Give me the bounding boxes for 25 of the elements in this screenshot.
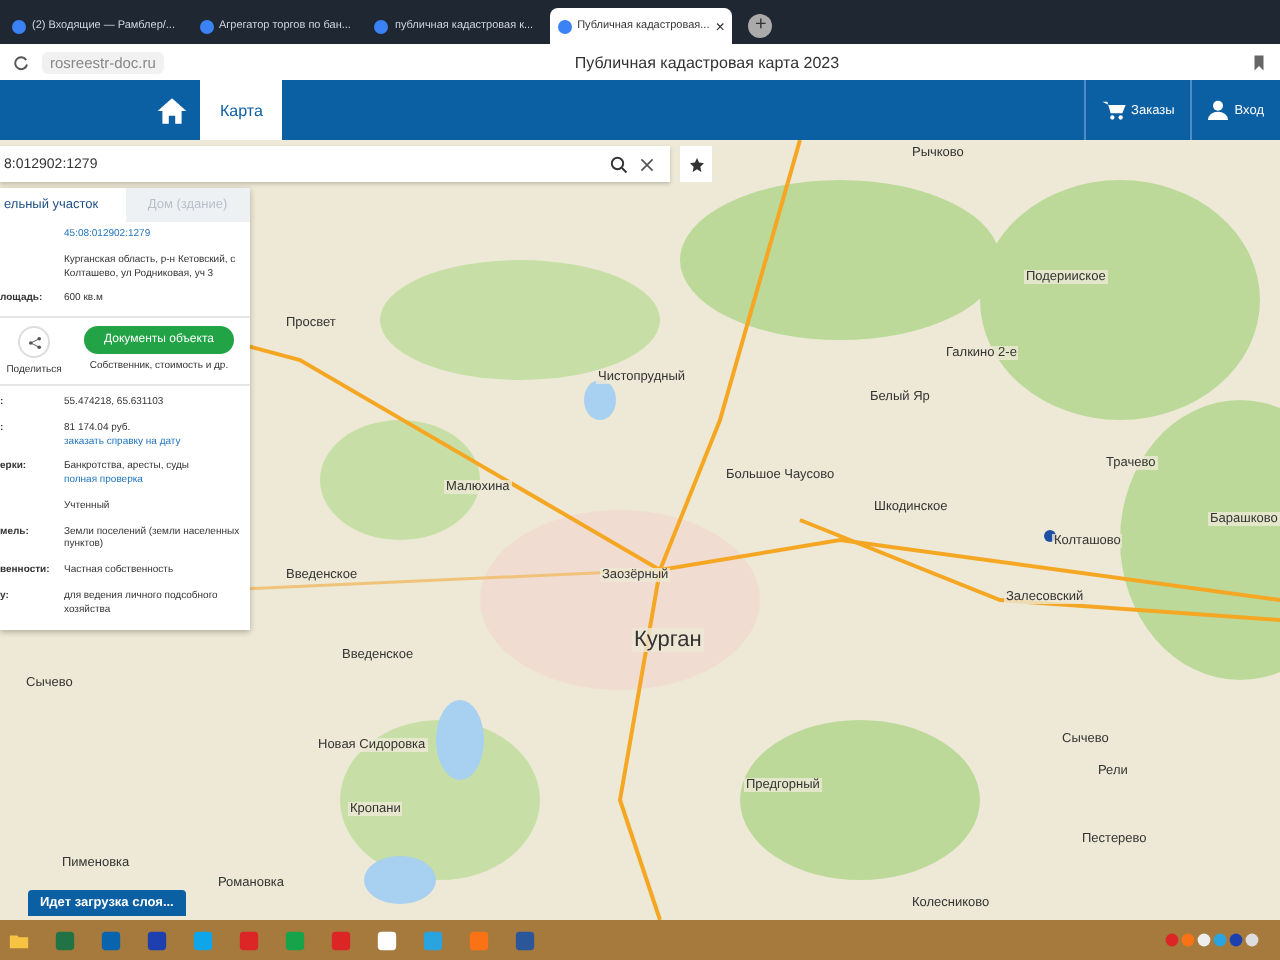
nav-tab[interactable]: Карта <box>200 80 283 140</box>
cart-icon <box>1101 100 1126 120</box>
favicon-icon <box>199 19 213 33</box>
favicon-icon <box>374 19 389 33</box>
app-icon[interactable] <box>146 929 168 951</box>
clear-icon[interactable] <box>640 157 654 171</box>
favicon-icon <box>557 19 572 33</box>
share-icon <box>27 335 41 349</box>
share-button[interactable] <box>18 326 50 358</box>
star-icon <box>689 157 703 171</box>
page-title: Публичная кадастровая карта 2023 <box>572 53 842 71</box>
app-icon[interactable] <box>514 929 536 951</box>
user-icon <box>1208 100 1229 120</box>
close-tab-button[interactable]: × <box>715 17 725 35</box>
app-icon[interactable] <box>54 929 76 951</box>
reload-icon[interactable] <box>12 53 30 71</box>
favicon-icon <box>12 19 26 33</box>
favorite-button[interactable] <box>680 146 712 182</box>
home-icon[interactable] <box>156 95 188 125</box>
place-label: Курган <box>632 628 704 652</box>
search-icon[interactable] <box>610 155 628 173</box>
new-tab-button[interactable]: + <box>748 14 773 38</box>
app-icon[interactable] <box>100 929 122 951</box>
app-icon[interactable] <box>376 929 398 951</box>
bookmark-icon[interactable] <box>1250 53 1268 71</box>
